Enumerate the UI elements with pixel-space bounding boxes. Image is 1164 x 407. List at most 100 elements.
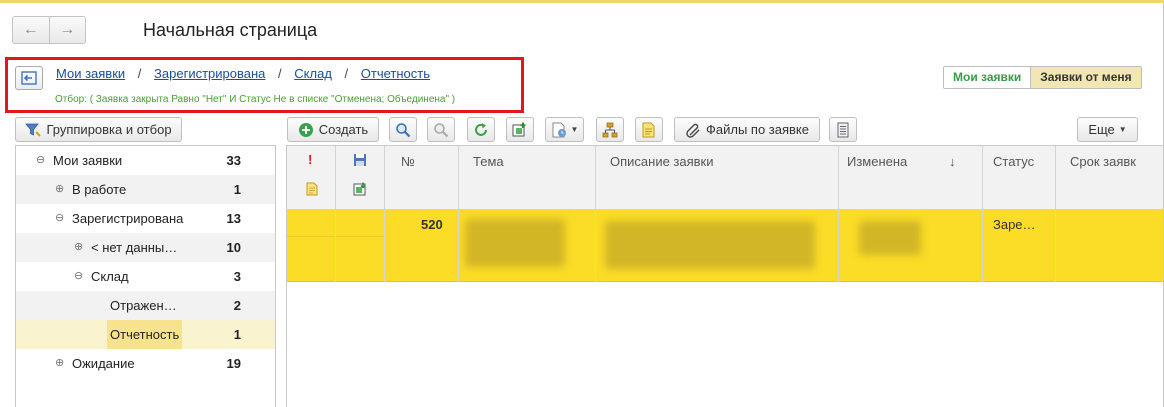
note-button[interactable] <box>635 117 663 142</box>
tree-item-count: 1 <box>233 327 241 342</box>
tree-item-in-progress[interactable]: ⊕ В работе 1 <box>16 175 275 204</box>
save-icon[interactable] <box>353 153 367 167</box>
column-changed[interactable]: Изменена <box>847 154 907 169</box>
refresh-button[interactable] <box>467 117 495 142</box>
cancel-search-icon <box>434 122 449 137</box>
tree-item-reflected[interactable]: Отражен… 2 <box>16 291 275 320</box>
back-to-list-button[interactable] <box>15 66 43 90</box>
more-label: Еще <box>1088 122 1115 137</box>
tree-item-label: Зарегистрирована <box>72 211 184 226</box>
search-icon <box>396 122 411 137</box>
blurred-subject <box>465 219 565 267</box>
requests-table: ! № Тема Описание заявки Изменена ↓ Стат… <box>286 145 1163 407</box>
column-subject[interactable]: Тема <box>473 154 504 169</box>
attachment-download-icon[interactable] <box>353 182 367 196</box>
search-button[interactable] <box>389 117 417 142</box>
request-group-tree: ⊖ Мои заявки 33 ⊕ В работе 1 ⊖ Зарегистр… <box>15 145 276 407</box>
cancel-search-button[interactable] <box>427 117 455 142</box>
column-divider <box>838 146 839 282</box>
request-view-switch: Мои заявки Заявки от меня <box>943 66 1142 89</box>
back-to-list-icon <box>21 71 37 85</box>
breadcrumb-registered[interactable]: Зарегистрирована <box>154 66 265 81</box>
chevron-down-icon: ▼ <box>570 125 579 134</box>
tree-item-count: 3 <box>233 269 241 284</box>
top-accent-line <box>0 0 1164 3</box>
column-number[interactable]: № <box>401 154 415 169</box>
request-files-button[interactable]: Файлы по заявке <box>674 117 820 142</box>
hierarchy-icon <box>602 122 618 137</box>
column-description[interactable]: Описание заявки <box>610 154 714 169</box>
history-navigation: ← → <box>12 16 86 44</box>
tree-item-reporting[interactable]: Отчетность 1 <box>16 320 275 349</box>
expand-icon[interactable]: ⊕ <box>74 233 83 262</box>
tree-item-registered[interactable]: ⊖ Зарегистрирована 13 <box>16 204 275 233</box>
row-status: Заре… <box>993 217 1036 232</box>
breadcrumb: Мои заявки / Зарегистрирована / Склад / … <box>56 66 430 81</box>
column-divider <box>335 146 336 282</box>
expand-icon[interactable]: ⊕ <box>55 175 64 204</box>
copy-add-icon <box>512 122 526 136</box>
tree-item-label: < нет данны… <box>91 240 178 255</box>
collapse-icon[interactable]: ⊖ <box>55 204 64 233</box>
breadcrumb-separator: / <box>278 66 282 81</box>
tree-item-count: 10 <box>226 240 241 255</box>
tree-item-no-data[interactable]: ⊕ < нет данны… 10 <box>16 233 275 262</box>
column-important[interactable]: ! <box>308 152 312 167</box>
blurred-changed-date <box>859 221 921 255</box>
breadcrumb-my-requests[interactable]: Мои заявки <box>56 66 125 81</box>
column-status[interactable]: Статус <box>993 154 1034 169</box>
document-clock-icon <box>552 122 566 137</box>
tree-item-label: Отражен… <box>110 298 177 313</box>
column-divider <box>595 146 596 282</box>
collapse-icon[interactable]: ⊖ <box>74 262 83 291</box>
request-files-label: Файлы по заявке <box>706 122 809 137</box>
tab-requests-from-me[interactable]: Заявки от меня <box>1030 67 1141 88</box>
tree-item-label: Мои заявки <box>53 153 123 168</box>
note-icon[interactable] <box>305 182 319 196</box>
tree-item-label: В работе <box>72 182 127 197</box>
group-filter-button[interactable]: Группировка и отбор <box>15 117 182 142</box>
tree-item-waiting[interactable]: ⊕ Ожидание 19 <box>16 349 275 378</box>
page-title: Начальная страница <box>143 20 318 40</box>
tree-item-my-requests[interactable]: ⊖ Мои заявки 33 <box>16 146 275 175</box>
tree-item-count: 1 <box>233 182 241 197</box>
back-arrow-icon[interactable]: ← <box>13 17 49 43</box>
tree-item-count: 19 <box>226 356 241 371</box>
breadcrumb-warehouse[interactable]: Склад <box>294 66 332 81</box>
note-icon <box>642 122 655 137</box>
forward-arrow-icon[interactable]: → <box>48 17 86 43</box>
tree-item-count: 13 <box>226 211 241 226</box>
column-divider <box>982 146 983 282</box>
breadcrumb-reporting[interactable]: Отчетность <box>361 66 430 81</box>
tree-item-label: Отчетность <box>107 320 183 349</box>
paperclip-icon <box>686 123 700 138</box>
chevron-down-icon: ▼ <box>1118 125 1127 134</box>
collapse-icon[interactable]: ⊖ <box>36 146 45 175</box>
more-button[interactable]: Еще ▼ <box>1077 117 1138 142</box>
column-divider <box>458 146 459 282</box>
add-copy-button[interactable] <box>506 117 534 142</box>
tree-item-count: 33 <box>226 153 241 168</box>
funnel-icon <box>25 123 42 137</box>
blurred-description <box>605 221 815 269</box>
structure-button[interactable] <box>596 117 624 142</box>
list-icon <box>837 122 849 137</box>
expand-icon[interactable]: ⊕ <box>55 349 64 378</box>
refresh-icon <box>475 122 487 136</box>
create-label: Создать <box>318 122 369 137</box>
table-row[interactable]: 520 Заре… <box>287 209 1163 282</box>
breadcrumb-separator: / <box>344 66 349 81</box>
column-due-date[interactable]: Срок заявк <box>1070 154 1136 169</box>
column-divider <box>384 146 385 282</box>
breadcrumb-separator: / <box>137 66 142 81</box>
tree-item-warehouse[interactable]: ⊖ Склад 3 <box>16 262 275 291</box>
list-settings-button[interactable] <box>829 117 857 142</box>
document-menu-button[interactable]: ▼ <box>545 117 584 142</box>
group-filter-label: Группировка и отбор <box>46 122 172 137</box>
tree-item-label: Ожидание <box>72 356 135 371</box>
plus-circle-icon <box>298 122 313 137</box>
column-divider <box>1055 146 1056 282</box>
tree-item-label: Склад <box>91 269 129 284</box>
tab-my-requests[interactable]: Мои заявки <box>944 67 1031 88</box>
create-button[interactable]: Создать <box>287 117 379 142</box>
